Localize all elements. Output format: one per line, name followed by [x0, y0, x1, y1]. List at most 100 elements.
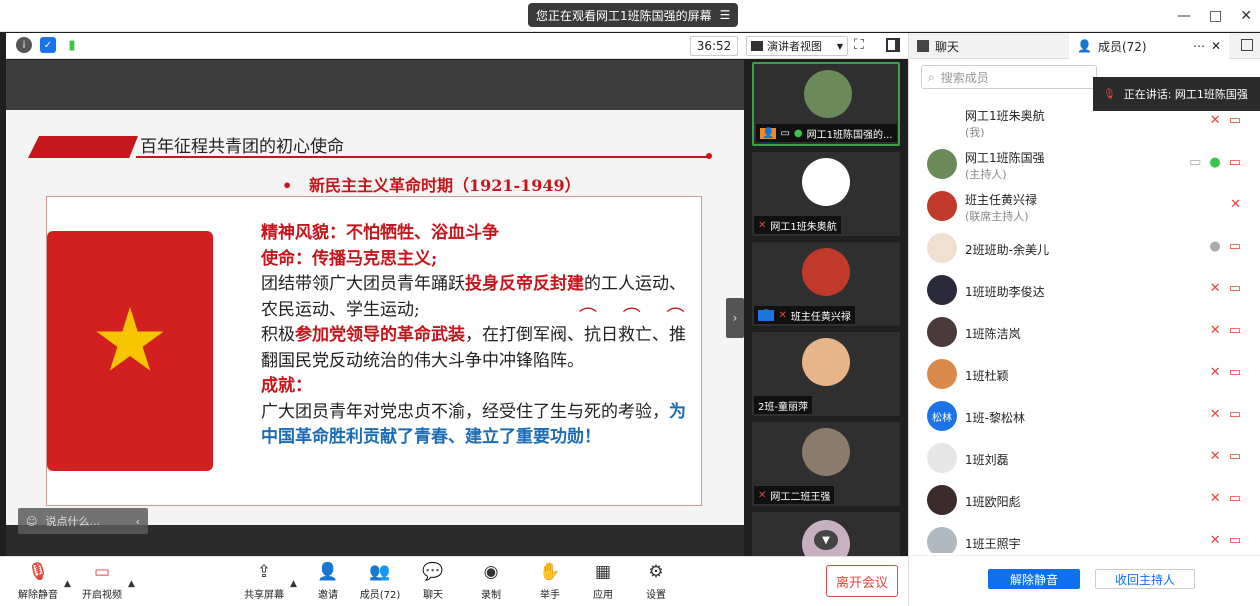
tab-chat[interactable]: 聊天 [909, 33, 967, 59]
mic-muted-icon[interactable]: ✕ [1210, 281, 1221, 296]
list-item[interactable]: 1班王照宇 ✕ ▭ [909, 523, 1260, 553]
panel-layout-icon[interactable] [1241, 39, 1253, 51]
video-tile[interactable]: 2班-童丽萍 [752, 332, 900, 416]
shield-icon[interactable]: ✓ [40, 37, 56, 53]
raise-hand-button[interactable]: ✋ 举手 [520, 561, 580, 605]
sidebar-toggle-icon[interactable] [886, 38, 900, 52]
video-off-icon[interactable]: ▭ [1229, 239, 1241, 254]
chevron-up-icon[interactable]: ▲ [64, 579, 71, 589]
menu-lines-icon[interactable]: ☰ [720, 8, 731, 22]
view-mode-select[interactable]: 演讲者视图 ▼ [746, 36, 848, 56]
emoji-icon[interactable]: ☺ [26, 515, 37, 528]
close-icon[interactable]: ✕ [1240, 8, 1252, 24]
mic-muted-icon[interactable]: ✕ [1210, 533, 1221, 548]
fullscreen-icon[interactable]: ⛶ [854, 37, 864, 53]
unmute-all-button[interactable]: 解除静音 [988, 569, 1080, 589]
video-off-icon[interactable]: ▭ [1229, 407, 1241, 422]
video-off-icon[interactable]: ▭ [1229, 281, 1241, 296]
list-item[interactable]: 1班欧阳彪 ✕ ▭ [909, 481, 1260, 521]
mic-muted-icon[interactable]: ✕ [1210, 323, 1221, 338]
invite-button[interactable]: 👤 邀请 [298, 561, 358, 605]
apps-button[interactable]: ▦ 应用 [573, 561, 633, 605]
list-item[interactable]: 松林 1班-黎松林 ✕ ▭ [909, 397, 1260, 437]
list-item[interactable]: 1班陈洁岚 ✕ ▭ [909, 313, 1260, 353]
collapse-chevron-icon[interactable]: ‹ [136, 515, 140, 528]
video-off-icon[interactable]: ▭ [1229, 449, 1241, 464]
list-item[interactable]: 网工1班朱奥航 (我) ✕ ▭ [909, 103, 1260, 143]
list-item[interactable]: 班主任黄兴禄 (联席主持人) ✕ [909, 187, 1260, 227]
video-off-icon[interactable]: ▭ [1229, 365, 1241, 380]
mic-muted-icon[interactable]: ✕ [1230, 197, 1241, 212]
mic-muted-icon[interactable]: ✕ [1210, 365, 1221, 380]
video-off-icon[interactable]: ▭ [1229, 323, 1241, 338]
share-screen-button[interactable]: ⇪ 共享屏幕 [234, 561, 294, 605]
video-off-icon[interactable]: ▭ [1229, 113, 1241, 128]
unmute-button[interactable]: 🎙 解除静音 [8, 561, 68, 605]
signal-bars-icon[interactable]: ▮ [64, 37, 80, 53]
slide-text-block: 精神风貌：不怕牺牲、浴血斗争 使命：传播马克思主义; 团结带领广大团员青年踊跃投… [219, 221, 697, 451]
hand-icon: ✋ [539, 562, 561, 582]
video-tile[interactable]: 👤 ▭ ● 网工1班陈国强的... [752, 62, 900, 146]
mic-muted-icon[interactable]: ✕ [1210, 407, 1221, 422]
members-button[interactable]: 👥 成员(72) [350, 561, 410, 605]
avatar [927, 191, 957, 221]
video-tile[interactable]: ✕ 网工1班朱奥航 [752, 152, 900, 236]
video-off-icon[interactable]: ▭ [1229, 533, 1241, 548]
chat-button[interactable]: 💬 聊天 [403, 561, 463, 605]
list-item[interactable]: 1班杜颖 ✕ ▭ [909, 355, 1260, 395]
member-status-icons: ✕ ▭ [1210, 491, 1241, 506]
video-tile-name: 2班-童丽萍 [758, 401, 808, 413]
unmute-label: 解除静音 [18, 590, 58, 601]
member-name: 班主任黄兴禄 [965, 193, 1038, 207]
tab-members[interactable]: 👤 成员(72) ⋯ ✕ [1069, 33, 1229, 59]
more-dots-icon[interactable]: ⋯ [1193, 39, 1205, 53]
meeting-window: 您正在观看网工1班陈国强的屏幕 ☰ — □ ✕ i ✓ ▮ 36:52 演讲者视… [0, 0, 1260, 606]
video-off-icon: ▭ [93, 562, 111, 582]
close-icon[interactable]: ✕ [1211, 39, 1221, 53]
reclaim-host-button[interactable]: 收回主持人 [1095, 569, 1195, 589]
mic-icon[interactable]: ● [1209, 239, 1220, 254]
collapse-strip-icon[interactable]: › [726, 298, 744, 338]
mic-muted-icon[interactable]: ✕ [1210, 449, 1221, 464]
member-name: 2班班助-余美儿 [965, 243, 1049, 257]
minimize-icon[interactable]: — [1177, 8, 1191, 24]
record-button[interactable]: ◉ 录制 [461, 561, 521, 605]
avatar [927, 233, 957, 263]
maximize-icon[interactable]: □ [1209, 8, 1222, 24]
info-icon[interactable]: i [16, 37, 32, 53]
list-item[interactable]: 网工1班陈国强 (主持人) ▭ ● ▭ [909, 145, 1260, 185]
chevron-up-icon[interactable]: ▲ [128, 579, 135, 589]
avatar [927, 149, 957, 179]
screen-share-notice[interactable]: 您正在观看网工1班陈国强的屏幕 ☰ [528, 3, 739, 27]
video-off-icon[interactable]: ▭ [1229, 491, 1241, 506]
meeting-timer: 36:52 [690, 36, 738, 56]
video-tile[interactable]: ▼ [752, 512, 900, 556]
video-tile-label: ✕ 网工1班朱奥航 [754, 216, 841, 234]
members-label: 成员(72) [359, 590, 401, 601]
scroll-down-icon[interactable]: ▼ [814, 530, 838, 550]
video-strip[interactable]: 👤 ▭ ● 网工1班陈国强的... ✕ 网工1班朱奥航 👤 ✕ 班主任黄兴禄 2… [748, 60, 908, 556]
speaking-text: 正在讲话: 网工1班陈国强 [1123, 88, 1248, 101]
list-item[interactable]: 1班班助李俊达 ✕ ▭ [909, 271, 1260, 311]
title-bar: 您正在观看网工1班陈国强的屏幕 ☰ — □ ✕ [0, 0, 1260, 32]
slide-subtitle: • 新民主主义革命时期（1921-1949） [282, 172, 581, 196]
video-tile[interactable]: 👤 ✕ 班主任黄兴禄 [752, 242, 900, 326]
start-video-label: 开启视频 [82, 590, 122, 601]
settings-button[interactable]: ⚙ 设置 [626, 561, 686, 605]
start-video-button[interactable]: ▭ 开启视频 [72, 561, 132, 605]
avatar [927, 485, 957, 515]
member-search-input[interactable]: ⌕ 搜索成员 [921, 65, 1097, 89]
video-off-icon[interactable]: ▭ [1229, 155, 1241, 170]
quick-chat-input[interactable]: ☺ 说点什么... ‹ [18, 508, 148, 534]
mic-muted-icon[interactable]: ✕ [1210, 491, 1221, 506]
mic-on-icon[interactable]: ● [1209, 155, 1220, 170]
mic-muted-icon[interactable]: ✕ [1210, 113, 1221, 128]
list-item[interactable]: 2班班助-余美儿 ● ▭ [909, 229, 1260, 269]
list-item[interactable]: 1班刘磊 ✕ ▭ [909, 439, 1260, 479]
chevron-up-icon[interactable]: ▲ [290, 579, 297, 589]
leave-meeting-button[interactable]: 离开会议 [826, 565, 898, 597]
member-name: 1班陈洁岚 [965, 327, 1021, 341]
member-status-icons: ✕ ▭ [1210, 365, 1241, 380]
members-icon: 👥 [369, 562, 391, 582]
video-tile[interactable]: ✕ 网工二班王强 [752, 422, 900, 506]
